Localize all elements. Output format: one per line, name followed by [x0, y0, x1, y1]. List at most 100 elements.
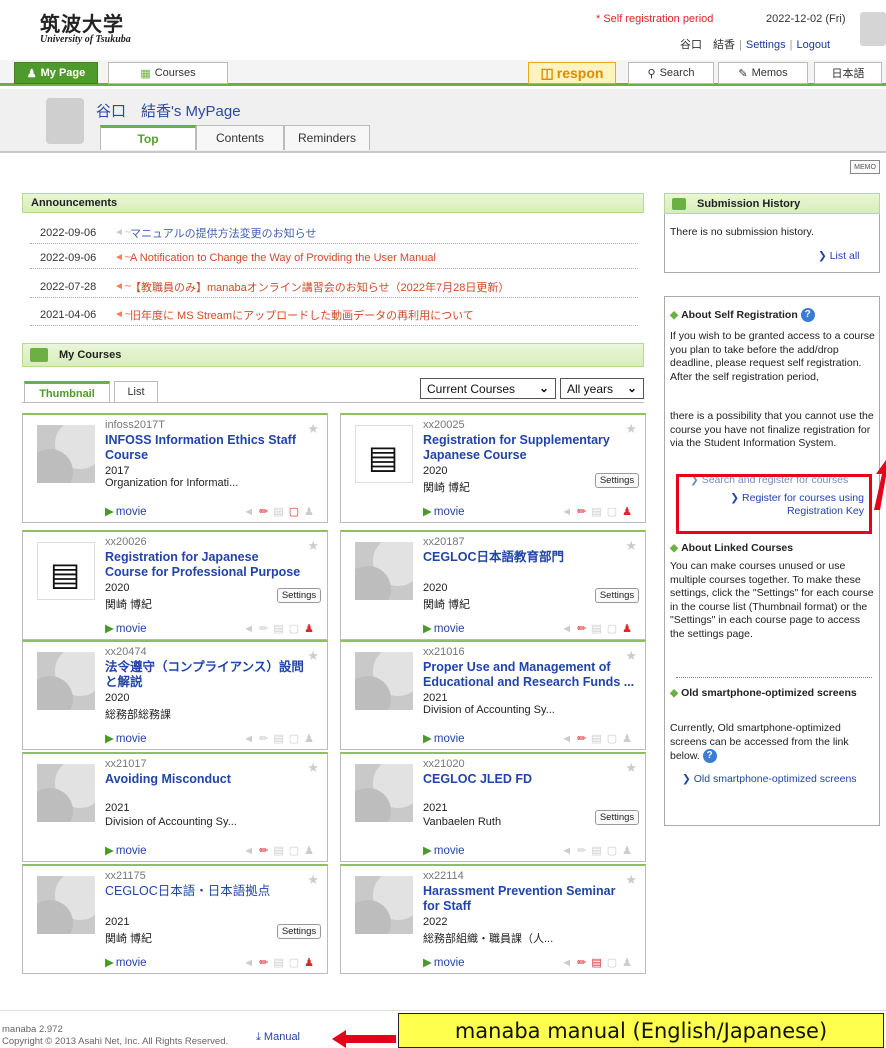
news-icon: ◄: [243, 957, 260, 969]
manual-label: Manual: [263, 1031, 300, 1043]
course-settings-button[interactable]: Settings: [595, 810, 639, 825]
course-title[interactable]: Avoiding Misconduct: [105, 772, 305, 787]
course-settings-button[interactable]: Settings: [595, 473, 639, 488]
self-registration-text: If you wish to be granted access to a co…: [670, 330, 875, 383]
course-thumbnail[interactable]: [355, 542, 413, 600]
course-card[interactable]: xx20474 ★ 法令遵守（コンプライアンス）設問と解説 2020 総務部総務…: [22, 640, 328, 750]
highlight-box: [676, 474, 872, 534]
course-title[interactable]: Registration for Japanese Course for Pro…: [105, 550, 305, 580]
course-thumbnail[interactable]: [355, 652, 413, 710]
course-settings-button[interactable]: Settings: [595, 588, 639, 603]
memo-add-icon[interactable]: MEMO: [850, 160, 880, 174]
course-thumbnail[interactable]: ▤: [37, 542, 95, 600]
star-icon[interactable]: ★: [625, 760, 637, 776]
star-icon[interactable]: ★: [307, 760, 319, 776]
announcement-item[interactable]: 2021-04-06 ◄∼ 旧年度に MS Streamにアップロードした動画データ…: [30, 304, 638, 326]
course-owner: 総務部組織・職員課（人...: [423, 933, 554, 945]
respon-button[interactable]: ◫ respon: [528, 62, 616, 84]
course-year: 2020: [105, 692, 130, 704]
logout-link[interactable]: Logout: [796, 39, 830, 51]
course-card[interactable]: xx21016 ★ Proper Use and Management of E…: [340, 640, 646, 750]
course-title[interactable]: CEGLOC日本語教育部門: [423, 550, 623, 565]
star-icon[interactable]: ★: [625, 538, 637, 554]
list-all-link[interactable]: ❯ List all: [818, 250, 859, 262]
divider: [676, 677, 872, 678]
course-card[interactable]: ▤ xx20025 ★ Registration for Supplementa…: [340, 413, 646, 523]
star-icon[interactable]: ★: [625, 872, 637, 888]
course-thumbnail[interactable]: [37, 876, 95, 934]
year-value: All years: [567, 381, 614, 396]
settings-link[interactable]: Settings: [746, 39, 786, 51]
announcement-item[interactable]: 2022-07-28 ◄∼ 【教職員のみ】manabaオンライン講習会のお知らせ（2…: [30, 276, 638, 298]
course-title[interactable]: 法令遵守（コンプライアンス）設問と解説: [105, 660, 305, 690]
help-icon[interactable]: ?: [800, 308, 815, 322]
star-icon[interactable]: ★: [307, 421, 319, 437]
course-title[interactable]: Proper Use and Management of Educational…: [423, 660, 641, 690]
star-icon[interactable]: ★: [307, 872, 319, 888]
course-card[interactable]: xx22114 ★ Harassment Prevention Seminar …: [340, 864, 646, 974]
university-logo[interactable]: 筑波大学: [40, 8, 124, 37]
help-icon[interactable]: ?: [702, 749, 717, 763]
movie-link[interactable]: ▶ movie: [105, 955, 147, 969]
movie-link[interactable]: ▶ movie: [423, 955, 465, 969]
movie-label: movie: [433, 845, 465, 857]
course-status-icons: ◄✏▤▢♟: [561, 844, 637, 857]
course-title[interactable]: CEGLOC日本語・日本語拠点: [105, 884, 305, 899]
user-avatar[interactable]: [860, 12, 886, 46]
manual-link[interactable]: ⤓ Manual: [256, 1031, 300, 1044]
course-title[interactable]: Registration for Supplementary Japanese …: [423, 433, 623, 463]
movie-link[interactable]: ▶ movie: [423, 504, 465, 518]
course-title[interactable]: CEGLOC JLED FD: [423, 772, 623, 787]
announcement-link[interactable]: マニュアルの提供方法変更のお知らせ: [130, 225, 316, 241]
play-icon: ▶: [423, 623, 432, 635]
memos-button[interactable]: ✎ Memos: [718, 62, 808, 84]
announcement-link[interactable]: 【教職員のみ】manabaオンライン講習会のお知らせ（2022年7月28日更新）: [130, 279, 509, 295]
course-card[interactable]: xx21175 ★ CEGLOC日本語・日本語拠点 2021 関崎 博紀 Set…: [22, 864, 328, 974]
tab-thumbnail[interactable]: Thumbnail: [24, 381, 110, 403]
announcement-link[interactable]: A Notification to Change the Way of Prov…: [130, 252, 436, 264]
tab-list[interactable]: List: [114, 381, 158, 403]
search-button[interactable]: ⚲ Search: [628, 62, 714, 84]
movie-link[interactable]: ▶ movie: [105, 621, 147, 635]
tab-top[interactable]: Top: [100, 125, 196, 150]
course-thumbnail[interactable]: [37, 425, 95, 483]
movie-link[interactable]: ▶ movie: [423, 843, 465, 857]
movie-link[interactable]: ▶ movie: [423, 731, 465, 745]
star-icon[interactable]: ★: [307, 538, 319, 554]
document-icon: ▤: [368, 439, 399, 475]
smartphone-link[interactable]: ❯ Old smartphone-optimized screens: [682, 773, 857, 785]
course-title[interactable]: Harassment Prevention Seminar for Staff: [423, 884, 623, 914]
course-card[interactable]: xx21020 ★ CEGLOC JLED FD 2021 Vanbaelen …: [340, 752, 646, 862]
course-settings-button[interactable]: Settings: [277, 588, 321, 603]
course-thumbnail[interactable]: [355, 876, 413, 934]
course-card[interactable]: xx20187 ★ CEGLOC日本語教育部門 2020 関崎 博紀 Setti…: [340, 530, 646, 640]
course-card[interactable]: ▤ xx20026 ★ Registration for Japanese Co…: [22, 530, 328, 640]
announcement-item[interactable]: 2022-09-06 ◄∼ マニュアルの提供方法変更のお知らせ: [30, 222, 638, 244]
course-thumbnail[interactable]: [37, 652, 95, 710]
course-thumbnail[interactable]: [37, 764, 95, 822]
course-settings-button[interactable]: Settings: [277, 924, 321, 939]
tab-courses[interactable]: ▦ Courses: [108, 62, 228, 84]
movie-link[interactable]: ▶ movie: [423, 621, 465, 635]
course-card[interactable]: infoss2017T ★ INFOSS Information Ethics …: [22, 413, 328, 523]
star-icon[interactable]: ★: [625, 421, 637, 437]
movie-link[interactable]: ▶ movie: [105, 843, 147, 857]
tab-reminders[interactable]: Reminders: [284, 125, 370, 150]
announcement-item[interactable]: 2022-09-06 ◄∼ A Notification to Change the…: [30, 247, 638, 269]
course-thumbnail[interactable]: [355, 764, 413, 822]
tab-mypage[interactable]: ♟ My Page: [14, 62, 98, 84]
announcement-link[interactable]: 旧年度に MS Streamにアップロードした動画データの再利用について: [130, 307, 474, 323]
language-button[interactable]: 日本語: [814, 62, 882, 84]
course-year: 2021: [423, 802, 448, 814]
comment-icon: ▢: [606, 623, 623, 635]
course-card[interactable]: xx21017 ★ Avoiding Misconduct 2021 Divis…: [22, 752, 328, 862]
year-select[interactable]: All years ⌄: [560, 378, 644, 399]
course-title[interactable]: INFOSS Information Ethics Staff Course: [105, 433, 305, 463]
movie-link[interactable]: ▶ movie: [105, 731, 147, 745]
movie-link[interactable]: ▶ movie: [105, 504, 147, 518]
tab-contents[interactable]: Contents: [196, 125, 284, 150]
course-status-select[interactable]: Current Courses ⌄: [420, 378, 556, 399]
star-icon[interactable]: ★: [307, 648, 319, 664]
course-status-value: Current Courses: [427, 381, 516, 396]
course-thumbnail[interactable]: ▤: [355, 425, 413, 483]
